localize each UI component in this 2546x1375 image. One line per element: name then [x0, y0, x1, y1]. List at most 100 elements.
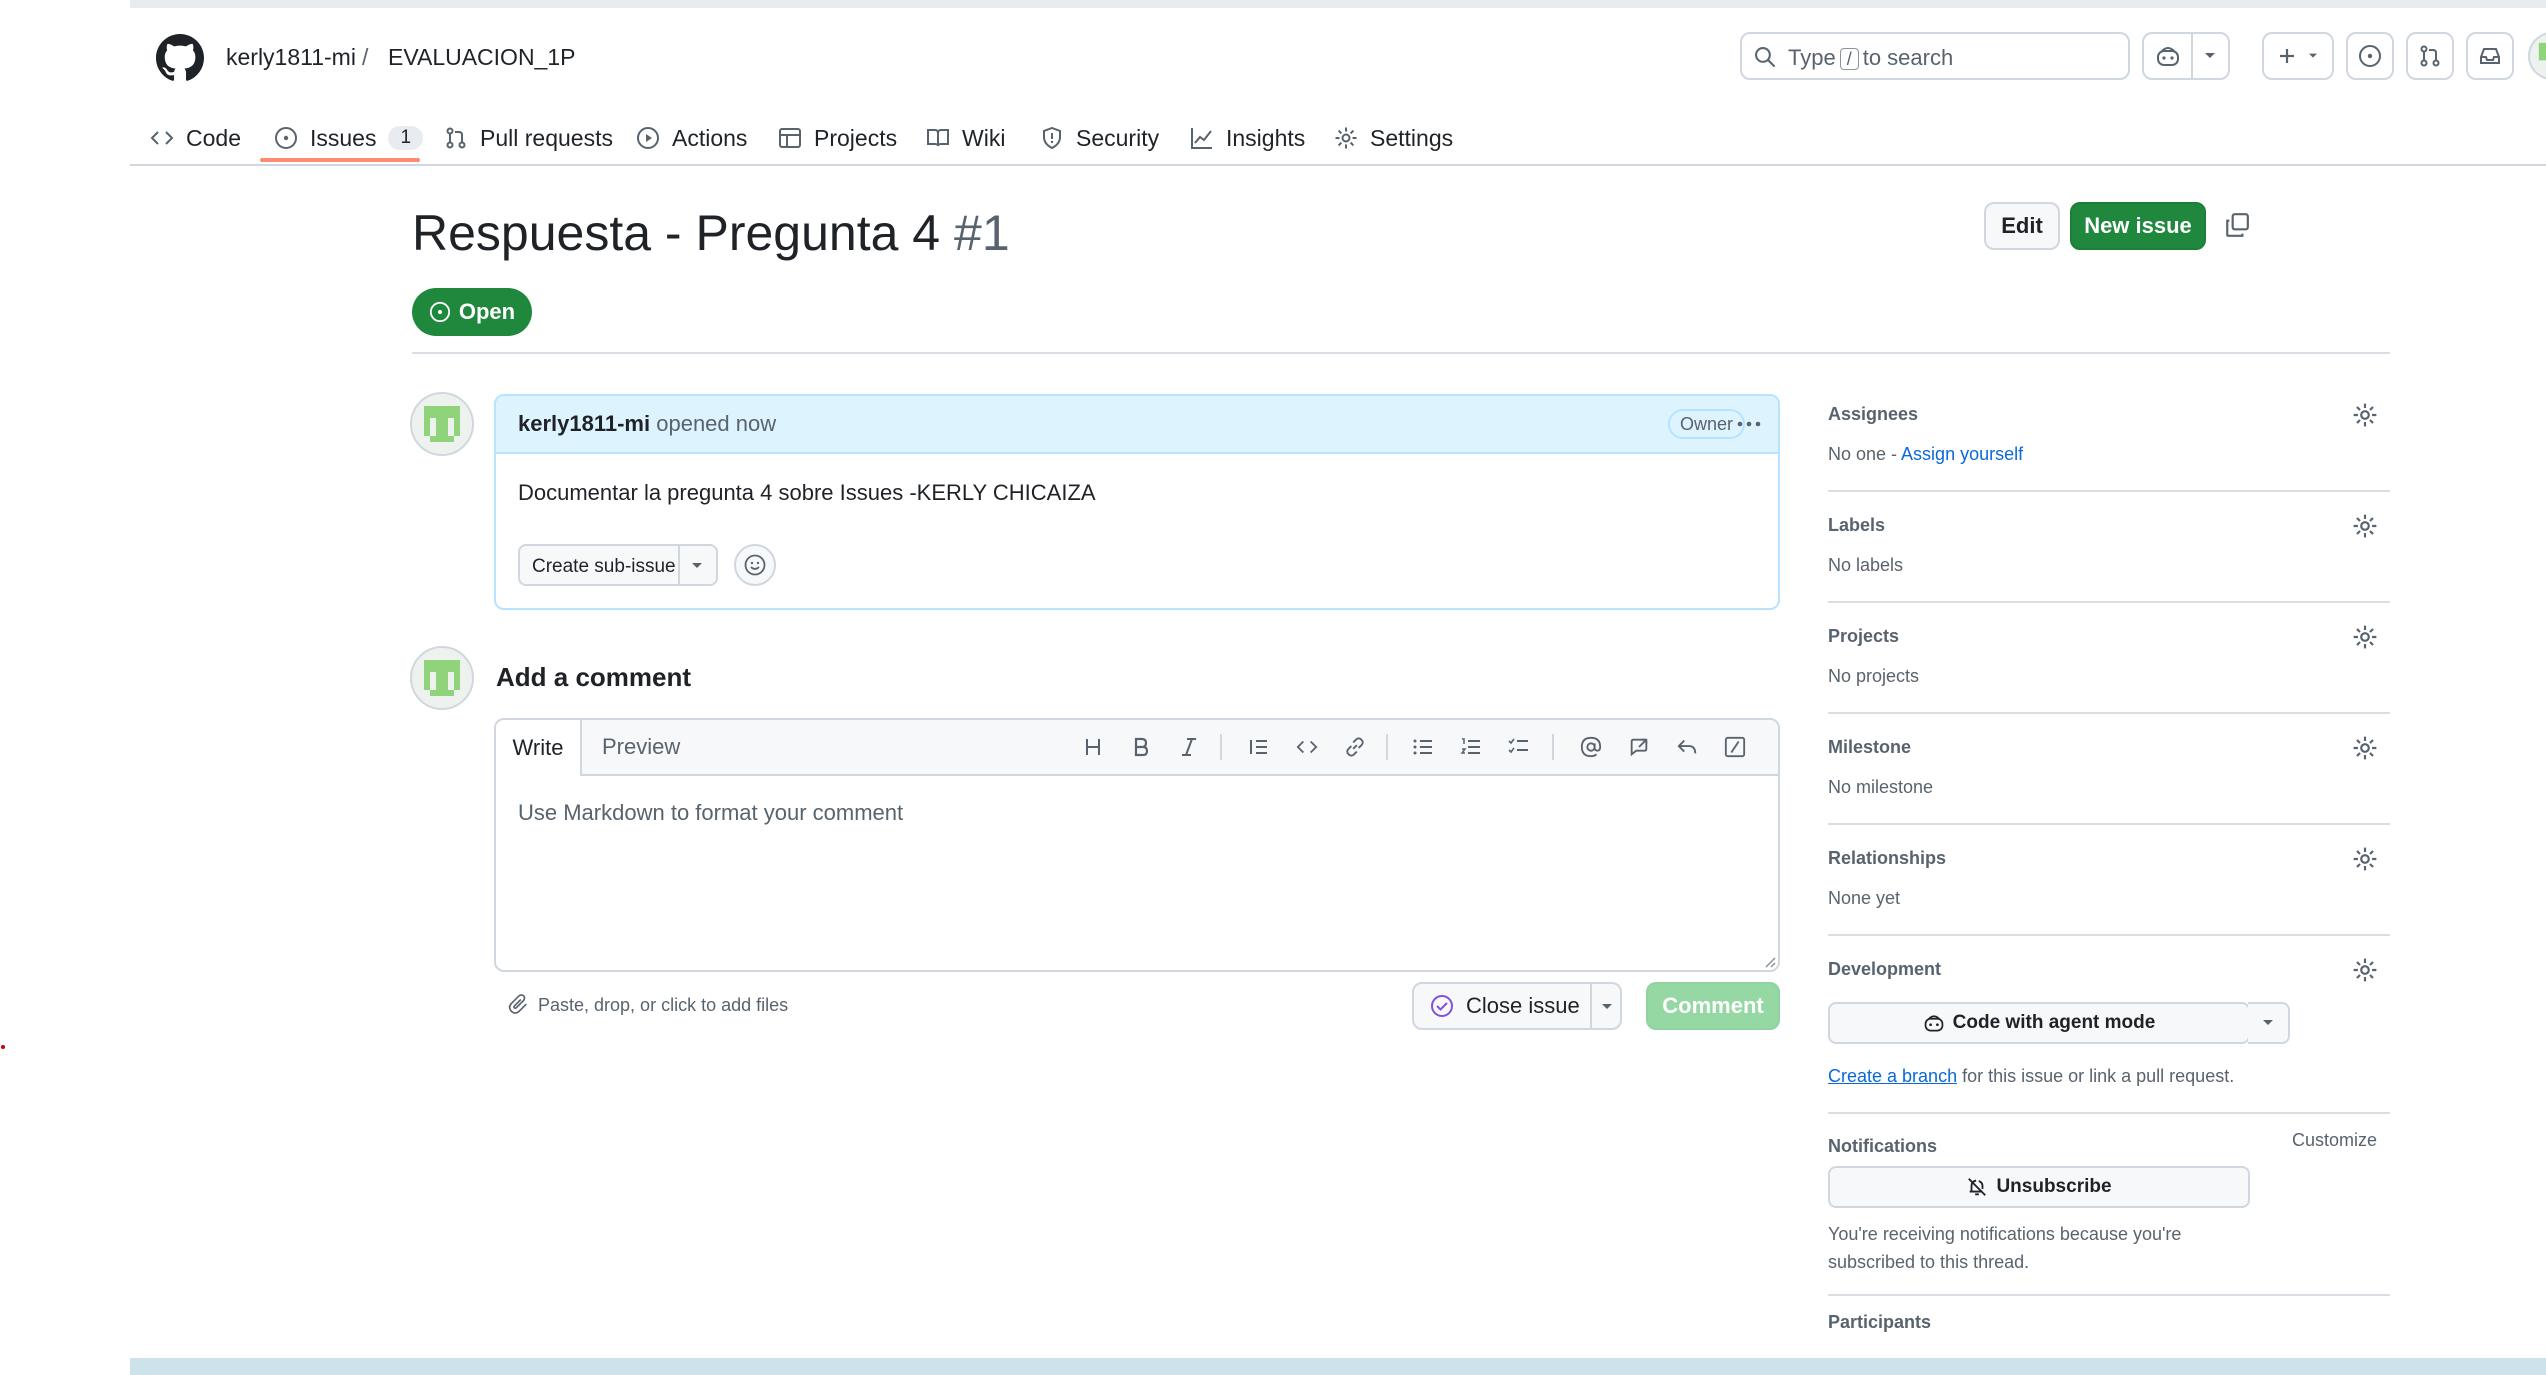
- labels-heading[interactable]: Labels: [1828, 515, 1885, 536]
- tab-label: Actions: [672, 124, 748, 151]
- gear-icon[interactable]: [2352, 735, 2378, 761]
- copy-link-icon[interactable]: [2224, 212, 2250, 238]
- create-sub-issue-button[interactable]: Create sub-issue: [518, 544, 718, 586]
- gear-icon[interactable]: [2352, 402, 2378, 428]
- bell-slash-icon: [1968, 1178, 1987, 1196]
- tab-settings[interactable]: Settings: [1334, 118, 1453, 158]
- task-list-icon[interactable]: [1504, 732, 1534, 762]
- add-reaction-button[interactable]: [734, 544, 776, 586]
- new-issue-button[interactable]: New issue: [2070, 202, 2206, 250]
- cross-reference-icon[interactable]: [1624, 732, 1654, 762]
- tab-security[interactable]: Security: [1040, 118, 1159, 158]
- search-placeholder-post: to search: [1862, 45, 1954, 70]
- tab-code[interactable]: Code: [150, 118, 241, 158]
- chevron-down-icon: [2263, 1020, 2273, 1025]
- breadcrumb-repo[interactable]: EVALUACION_1P: [388, 44, 575, 71]
- tab-write[interactable]: Write: [496, 720, 582, 776]
- pull-request-icon: [446, 127, 466, 149]
- tab-projects[interactable]: Projects: [778, 118, 897, 158]
- milestone-heading[interactable]: Milestone: [1828, 737, 1911, 758]
- chevron-down-icon[interactable]: [1600, 1002, 1614, 1012]
- avatar[interactable]: [410, 646, 474, 710]
- unordered-list-icon[interactable]: [1408, 732, 1438, 762]
- sidebar-divider: [1828, 823, 2390, 825]
- issue-title-text: Respuesta - Pregunta 4: [412, 205, 941, 261]
- tab-preview[interactable]: Preview: [602, 734, 680, 760]
- sidebar-divider: [1828, 601, 2390, 603]
- pull-requests-shortcut-button[interactable]: [2406, 32, 2454, 80]
- comment-author[interactable]: kerly1811-mi: [518, 411, 650, 436]
- assign-yourself-link[interactable]: Assign yourself: [1901, 444, 2023, 464]
- chevron-down-icon[interactable]: [690, 561, 704, 571]
- issues-shortcut-button[interactable]: [2346, 32, 2394, 80]
- tab-wiki[interactable]: Wiki: [926, 118, 1005, 158]
- bold-icon[interactable]: [1126, 732, 1156, 762]
- chevron-down-icon: [2204, 53, 2215, 58]
- user-avatar[interactable]: [2528, 32, 2546, 80]
- table-icon: [779, 128, 801, 148]
- quote-icon[interactable]: [1244, 732, 1274, 762]
- code-icon[interactable]: [1292, 732, 1322, 762]
- browser-top-strip: [130, 0, 2546, 8]
- left-margin: [0, 0, 130, 1375]
- kebab-horizontal-icon[interactable]: [1734, 412, 1764, 436]
- link-icon[interactable]: [1340, 732, 1370, 762]
- projects-heading[interactable]: Projects: [1828, 626, 1899, 647]
- heading-icon[interactable]: [1078, 732, 1108, 762]
- agent-mode-dropdown[interactable]: [2248, 1002, 2290, 1044]
- tab-label: Code: [186, 124, 241, 151]
- tab-insights[interactable]: Insights: [1190, 118, 1305, 158]
- unsubscribe-button[interactable]: Unsubscribe: [1828, 1166, 2250, 1208]
- milestone-value: No milestone: [1828, 777, 1934, 797]
- gear-icon[interactable]: [2352, 957, 2378, 983]
- breadcrumb-owner[interactable]: kerly1811-mi: [226, 44, 356, 71]
- tab-pull-requests[interactable]: Pull requests: [444, 118, 613, 158]
- development-heading[interactable]: Development: [1828, 959, 1941, 980]
- toolbar-divider: [1220, 734, 1222, 760]
- create-branch-link[interactable]: Create a branch: [1828, 1066, 1957, 1086]
- resize-handle-icon[interactable]: [1762, 954, 1776, 968]
- repo-header: kerly1811-mi / EVALUACION_1P Type / to sea…: [130, 8, 2546, 166]
- mention-icon[interactable]: [1576, 732, 1606, 762]
- avatar[interactable]: [410, 392, 474, 456]
- assignees-none: No one -: [1828, 444, 1902, 464]
- search-input[interactable]: Type / to search: [1740, 32, 2130, 80]
- comment-body: Documentar la pregunta 4 sobre Issues -K…: [518, 480, 1096, 505]
- search-icon: [1755, 47, 1776, 68]
- tab-issues[interactable]: Issues 1: [274, 118, 424, 158]
- comment-textarea-placeholder[interactable]: Use Markdown to format your comment: [518, 800, 903, 826]
- ordered-list-icon[interactable]: [1456, 732, 1486, 762]
- relationships-heading[interactable]: Relationships: [1828, 848, 1946, 869]
- gear-icon[interactable]: [2352, 513, 2378, 539]
- code-with-agent-mode-button[interactable]: Code with agent mode: [1828, 1002, 2250, 1044]
- copilot-button[interactable]: [2142, 32, 2230, 80]
- sidebar-divider: [1828, 712, 2390, 714]
- customize-link[interactable]: Customize: [2292, 1130, 2377, 1151]
- issue-closed-icon: [1431, 995, 1453, 1017]
- tab-label: Settings: [1370, 124, 1454, 151]
- paperclip-icon: [508, 994, 527, 1014]
- gear-icon[interactable]: [2352, 846, 2378, 872]
- tab-actions[interactable]: Actions: [636, 118, 747, 158]
- tab-label: Security: [1076, 124, 1160, 151]
- gear-icon[interactable]: [2352, 624, 2378, 650]
- tab-label: Wiki: [962, 124, 1006, 151]
- sidebar-divider: [1828, 490, 2390, 492]
- edit-button[interactable]: Edit: [1984, 202, 2060, 250]
- notifications-reason: You're receiving notifications because y…: [1828, 1220, 2181, 1276]
- italic-icon[interactable]: [1174, 732, 1204, 762]
- close-issue-button[interactable]: Close issue: [1412, 982, 1622, 1030]
- pull-request-icon: [2420, 45, 2440, 67]
- reply-icon[interactable]: [1672, 732, 1702, 762]
- chevron-down-icon: [2309, 53, 2317, 58]
- comment-submit-button[interactable]: Comment: [1646, 982, 1780, 1030]
- github-logo-icon[interactable]: [156, 34, 204, 82]
- attach-files-area[interactable]: Paste, drop, or click to add files: [508, 994, 788, 1016]
- inbox-button[interactable]: [2466, 32, 2514, 80]
- create-new-button[interactable]: [2262, 32, 2334, 80]
- slash-command-icon[interactable]: [1720, 732, 1750, 762]
- assignees-heading[interactable]: Assignees: [1828, 404, 1918, 425]
- projects-value: No projects: [1828, 666, 1920, 686]
- split-divider: [1590, 984, 1592, 1028]
- book-icon: [927, 129, 949, 147]
